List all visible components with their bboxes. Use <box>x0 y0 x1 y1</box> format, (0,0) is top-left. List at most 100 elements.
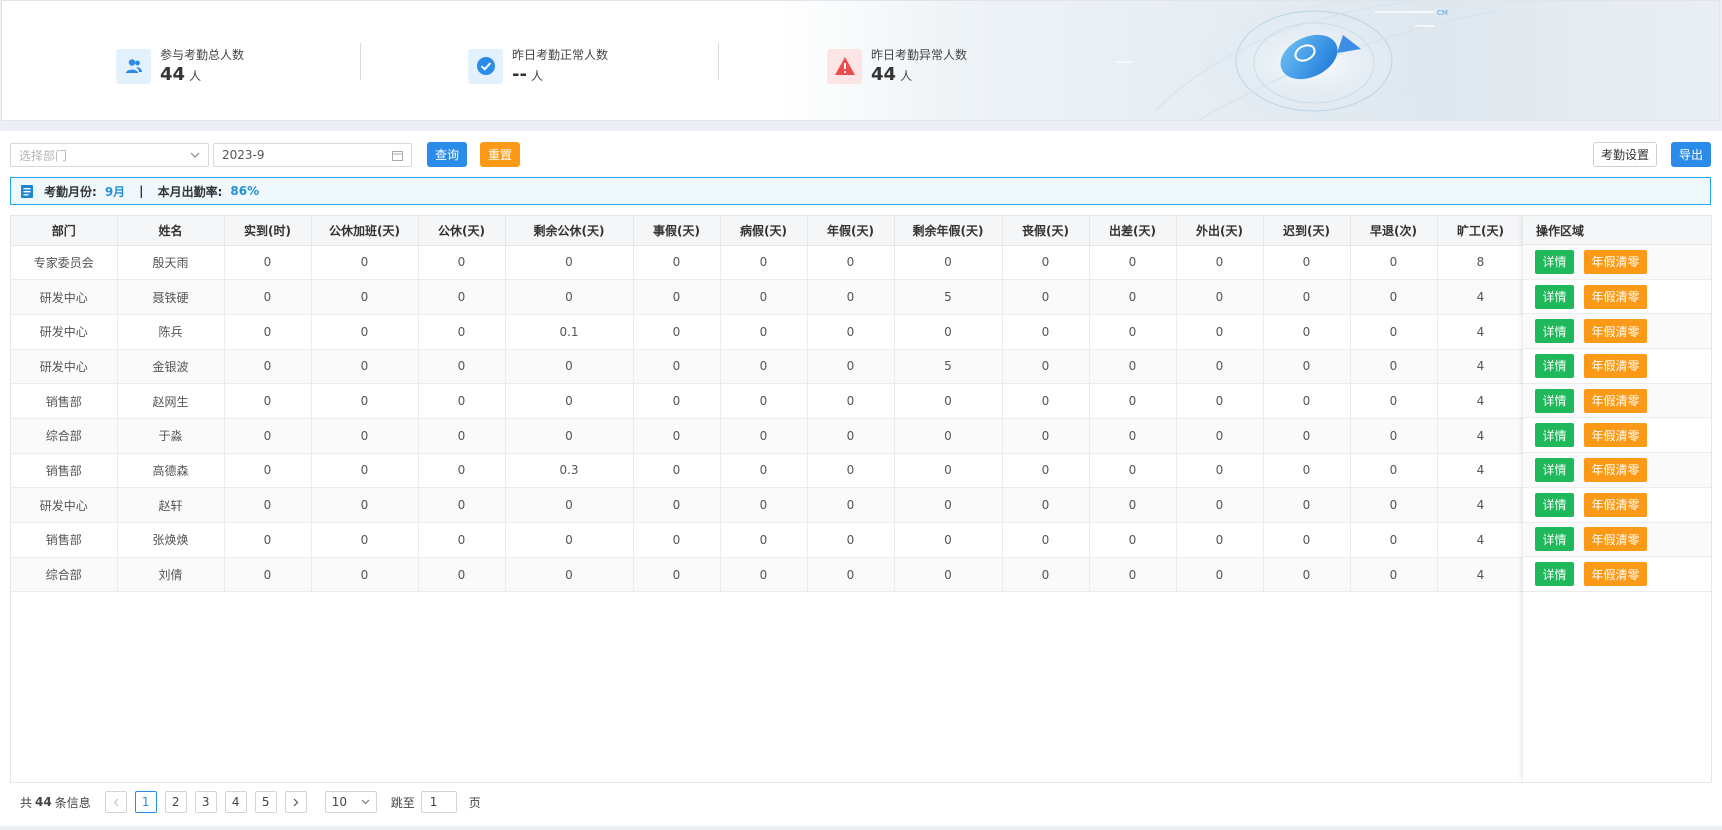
divider <box>360 43 361 80</box>
table-cell: 0 <box>1350 487 1438 523</box>
table-cell: 0 <box>807 522 895 558</box>
table-cell: 0 <box>1089 418 1177 454</box>
attendance-settings-button[interactable]: 考勤设置 <box>1593 142 1657 167</box>
page-size-value: 10 <box>331 795 348 809</box>
table-cell: 高德森 <box>117 453 225 489</box>
next-page-button[interactable] <box>284 791 307 813</box>
table-cell: 0 <box>505 418 634 454</box>
detail-button[interactable]: 详情 <box>1535 249 1574 274</box>
table-cell: 0 <box>311 557 419 593</box>
table-row: 研发中心 赵轩 0 0 0 0 0 0 0 0 0 0 0 0 0 4 <box>11 487 1525 523</box>
table-cell: 研发中心 <box>11 314 118 350</box>
table-cell: 0 <box>1002 522 1090 558</box>
table-cell: 0 <box>633 245 721 281</box>
department-select[interactable]: 选择部门 <box>10 143 209 167</box>
table-cell: 0 <box>418 557 506 593</box>
table-cell: 0 <box>1176 383 1264 419</box>
table-cell: 聂铁硬 <box>117 279 225 315</box>
table-cell: 综合部 <box>11 418 118 454</box>
table-cell: 0 <box>224 557 312 593</box>
table-cell: 0 <box>505 383 634 419</box>
clear-annual-leave-button[interactable]: 年假清零 <box>1584 562 1647 587</box>
table-cell: 0 <box>1263 383 1351 419</box>
table-cell: 0 <box>224 279 312 315</box>
table-cell: 0 <box>418 349 506 385</box>
detail-button[interactable]: 详情 <box>1535 527 1574 552</box>
calendar-icon <box>392 150 403 161</box>
table-header: 部门 姓名 实到(时) 公休加班(天) 公休(天) 剩余公休(天) 事假(天) 病假(天) 年假… <box>11 216 1525 246</box>
detail-button[interactable]: 详情 <box>1535 353 1574 378</box>
table-row: 销售部 赵网生 0 0 0 0 0 0 0 0 0 0 0 0 0 4 <box>11 383 1525 419</box>
table-cell: 0 <box>1002 279 1090 315</box>
table-cell: 4 <box>1437 487 1525 523</box>
table-row: 研发中心 陈兵 0 0 0 0.1 0 0 0 0 0 0 0 0 0 4 <box>11 314 1525 350</box>
clear-annual-leave-button[interactable]: 年假清零 <box>1584 457 1647 482</box>
table-cell: 0 <box>418 279 506 315</box>
table-cell: 0 <box>1089 349 1177 385</box>
table-cell: 8 <box>1437 245 1525 281</box>
table-cell: 0 <box>720 349 808 385</box>
table-cell: 0 <box>224 487 312 523</box>
table-cell: 0 <box>418 418 506 454</box>
column-header: 外出(天) <box>1176 216 1264 246</box>
table-cell: 刘倩 <box>117 557 225 593</box>
detail-button[interactable]: 详情 <box>1535 562 1574 587</box>
page-button[interactable]: 3 <box>194 791 217 813</box>
attendance-grid: 部门 姓名 实到(时) 公休加班(天) 公休(天) 剩余公休(天) 事假(天) 病假(天) 年假… <box>11 216 1525 593</box>
table-cell: 0 <box>1089 314 1177 350</box>
query-button[interactable]: 查询 <box>427 142 467 167</box>
month-picker[interactable]: 2023-9 <box>213 143 412 167</box>
table-cell: 0 <box>418 487 506 523</box>
operations-row: 详情 年假清零 <box>1523 488 1711 523</box>
detail-button[interactable]: 详情 <box>1535 388 1574 413</box>
table-cell: 金银波 <box>117 349 225 385</box>
table-cell: 0 <box>720 245 808 281</box>
table-cell: 0 <box>720 557 808 593</box>
warning-icon <box>827 48 862 84</box>
table-cell: 0 <box>633 557 721 593</box>
table-cell: 0 <box>894 522 1003 558</box>
clear-annual-leave-button[interactable]: 年假清零 <box>1584 353 1647 378</box>
clear-annual-leave-button[interactable]: 年假清零 <box>1584 388 1647 413</box>
clear-annual-leave-button[interactable]: 年假清零 <box>1584 249 1647 274</box>
table-row: 综合部 刘倩 0 0 0 0 0 0 0 0 0 0 0 0 0 4 <box>11 557 1525 593</box>
chevron-down-icon <box>190 152 200 158</box>
table-cell: 赵轩 <box>117 487 225 523</box>
table-cell: 5 <box>894 279 1003 315</box>
table-cell: 0 <box>1089 245 1177 281</box>
prev-page-button[interactable] <box>104 791 127 813</box>
page-button[interactable]: 2 <box>164 791 187 813</box>
jump-page-input[interactable]: 1 <box>420 791 457 813</box>
clear-annual-leave-button[interactable]: 年假清零 <box>1584 527 1647 552</box>
clear-annual-leave-button[interactable]: 年假清零 <box>1584 284 1647 309</box>
table-cell: 专家委员会 <box>11 245 118 281</box>
table-cell: 0 <box>633 487 721 523</box>
users-icon <box>116 48 151 84</box>
table-cell: 0 <box>1176 522 1264 558</box>
table-cell: 0 <box>311 349 419 385</box>
table-cell: 0 <box>807 245 895 281</box>
reset-button[interactable]: 重置 <box>480 142 520 167</box>
page-button[interactable]: 5 <box>254 791 277 813</box>
detail-button[interactable]: 详情 <box>1535 423 1574 448</box>
rate-key: 本月出勤率: <box>157 184 223 199</box>
detail-button[interactable]: 详情 <box>1535 457 1574 482</box>
detail-button[interactable]: 详情 <box>1535 284 1574 309</box>
table-cell: 0.3 <box>505 453 634 489</box>
column-header: 病假(天) <box>720 216 808 246</box>
clear-annual-leave-button[interactable]: 年假清零 <box>1584 492 1647 517</box>
page-button[interactable]: 4 <box>224 791 247 813</box>
page-size-select[interactable]: 10 <box>324 791 377 813</box>
operations-row: 详情 年假清零 <box>1523 349 1711 384</box>
table-row: 研发中心 聂铁硬 0 0 0 0 0 0 0 5 0 0 0 0 0 4 <box>11 279 1525 315</box>
table-cell: 于淼 <box>117 418 225 454</box>
export-button[interactable]: 导出 <box>1671 142 1711 167</box>
detail-button[interactable]: 详情 <box>1535 319 1574 344</box>
table-cell: 0 <box>1176 349 1264 385</box>
stat-total-value: 44 <box>160 64 186 85</box>
detail-button[interactable]: 详情 <box>1535 492 1574 517</box>
clear-annual-leave-button[interactable]: 年假清零 <box>1584 319 1647 344</box>
clear-annual-leave-button[interactable]: 年假清零 <box>1584 423 1647 448</box>
page-button[interactable]: 1 <box>134 791 157 813</box>
svg-text:CM: CM <box>1437 9 1448 17</box>
